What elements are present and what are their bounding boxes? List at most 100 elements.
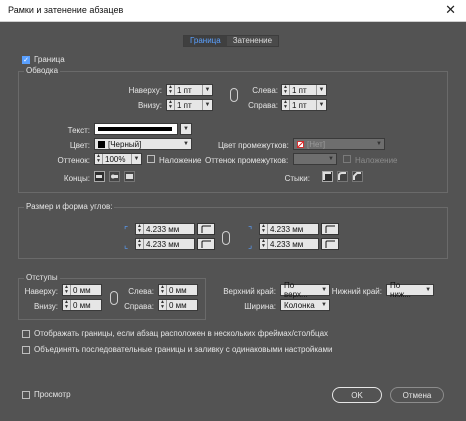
round-cap-icon[interactable]: [109, 171, 120, 182]
stepper-arrows-icon[interactable]: ▲ ▼: [159, 285, 167, 295]
corner-tl-field[interactable]: ▲ ▼ 4.233 мм: [135, 223, 195, 235]
stroke-type-select[interactable]: [94, 123, 178, 135]
offset-left-label: Слева:: [128, 287, 154, 296]
gap-tint-label: Оттенок промежутков:: [205, 156, 289, 165]
miter-join-icon[interactable]: [322, 171, 333, 182]
chevron-down-icon[interactable]: ▼: [180, 123, 192, 135]
stroke-top-field[interactable]: ▲ ▼ 1 пт ▼: [166, 84, 213, 96]
bevel-join-icon[interactable]: [352, 171, 363, 182]
round-join-icon[interactable]: [337, 171, 348, 182]
preview-label: Просмотр: [34, 390, 71, 399]
merge-borders-checkbox[interactable]: [22, 346, 30, 354]
ok-button[interactable]: OK: [332, 387, 382, 403]
corner-shape-select[interactable]: [321, 238, 339, 250]
gap-color-label: Цвет промежутков:: [218, 141, 289, 150]
corner-tl-icon: ⌜: [124, 225, 129, 235]
offset-bottom-label: Внизу:: [33, 302, 58, 311]
corner-tr-icon: ⌝: [248, 225, 253, 235]
stroke-tint-label: Оттенок:: [57, 156, 91, 165]
stroke-right-field[interactable]: ▲ ▼ 1 пт ▼: [281, 99, 327, 111]
chevron-down-icon[interactable]: ▼: [181, 139, 191, 149]
gap-tint-field[interactable]: ▼: [293, 153, 337, 165]
offset-right-field[interactable]: ▲ ▼ 0 мм: [158, 299, 198, 311]
chevron-down-icon[interactable]: ▼: [374, 139, 384, 149]
offset-top-field[interactable]: ▲ ▼ 0 мм: [62, 284, 102, 296]
preview-checkbox[interactable]: [22, 391, 30, 399]
border-checkbox[interactable]: ✓: [22, 56, 30, 64]
chevron-down-icon[interactable]: ▼: [326, 154, 336, 164]
offset-left-field[interactable]: ▲ ▼ 0 мм: [158, 284, 198, 296]
bottom-edge-select[interactable]: По ниж... ▼: [386, 281, 434, 299]
span-frames-label: Отображать границы, если абзац расположе…: [34, 329, 329, 338]
gap-overprint-label: Наложение: [355, 156, 398, 165]
stepper-arrows-icon[interactable]: ▲ ▼: [167, 100, 175, 110]
stepper-arrows-icon[interactable]: ▲ ▼: [63, 300, 71, 310]
merge-borders-label: Объединять последовательные границы и за…: [34, 345, 333, 354]
offsets-group-title: Отступы: [24, 273, 60, 282]
corner-shape-select[interactable]: [197, 238, 215, 250]
stroke-group-title: Обводка: [24, 66, 61, 75]
stroke-bottom-field[interactable]: ▲ ▼ 1 пт ▼: [166, 99, 213, 111]
stepper-arrows-icon[interactable]: ▲ ▼: [159, 300, 167, 310]
gap-overprint-checkbox[interactable]: [343, 155, 351, 163]
stroke-left-field[interactable]: ▲ ▼ 1 пт ▼: [281, 84, 327, 96]
stepper-arrows-icon[interactable]: ▲ ▼: [282, 100, 290, 110]
top-edge-label: Верхний край:: [223, 287, 276, 296]
stroke-color-label: Цвет:: [69, 141, 90, 150]
tab-border[interactable]: Граница: [184, 36, 227, 46]
span-frames-checkbox[interactable]: [22, 330, 30, 338]
offset-bottom-field[interactable]: ▲ ▼ 0 мм: [62, 299, 102, 311]
overprint-checkbox[interactable]: [147, 155, 155, 163]
chevron-down-icon[interactable]: ▼: [202, 85, 212, 95]
projecting-cap-icon[interactable]: [124, 171, 135, 182]
stepper-arrows-icon[interactable]: ▲ ▼: [260, 239, 268, 249]
chevron-down-icon[interactable]: ▼: [423, 285, 433, 295]
stepper-arrows-icon[interactable]: ▲ ▼: [63, 285, 71, 295]
chevron-down-icon[interactable]: ▼: [316, 85, 326, 95]
chevron-down-icon[interactable]: ▼: [131, 154, 141, 164]
stepper-arrows-icon[interactable]: ▲ ▼: [167, 85, 175, 95]
corner-br-field[interactable]: ▲ ▼ 4.233 мм: [259, 238, 319, 250]
gap-color-select[interactable]: [Нет] ▼: [293, 138, 385, 150]
border-checkbox-label: Граница: [34, 55, 65, 64]
color-swatch-icon: [98, 140, 105, 148]
link-chain-icon[interactable]: [222, 231, 230, 245]
chevron-down-icon[interactable]: ▼: [319, 300, 329, 310]
title-bar: Рамки и затенение абзацев ✕: [0, 0, 466, 22]
stroke-left-label: Слева:: [252, 86, 278, 95]
gap-color-value: [Нет]: [307, 139, 326, 149]
stepper-arrows-icon[interactable]: ▲ ▼: [136, 239, 144, 249]
link-chain-icon[interactable]: [110, 291, 118, 305]
tab-shading[interactable]: Затенение: [226, 36, 279, 46]
corner-br-icon: ⌟: [248, 240, 253, 250]
butt-cap-icon[interactable]: [94, 171, 105, 182]
corner-shape-select[interactable]: [321, 223, 339, 235]
top-edge-select[interactable]: По верх... ▼: [280, 281, 330, 299]
window-title: Рамки и затенение абзацев: [8, 5, 124, 15]
no-color-swatch-icon: [297, 140, 304, 148]
corner-bl-field[interactable]: ▲ ▼ 4.233 мм: [135, 238, 195, 250]
stepper-arrows-icon[interactable]: ▲ ▼: [136, 224, 144, 234]
tab-bar: Граница Затенение: [183, 35, 280, 47]
overprint-label: Наложение: [159, 156, 202, 165]
cancel-button[interactable]: Отмена: [390, 387, 444, 403]
joins-label: Стыки:: [284, 174, 310, 183]
width-label: Ширина:: [244, 302, 276, 311]
stroke-color-select[interactable]: [Черный] ▼: [94, 138, 192, 150]
corners-group-title: Размер и форма углов:: [24, 202, 115, 211]
bottom-edge-label: Нижний край:: [331, 287, 382, 296]
chevron-down-icon[interactable]: ▼: [202, 100, 212, 110]
chevron-down-icon[interactable]: ▼: [319, 285, 329, 295]
stepper-arrows-icon[interactable]: ▲ ▼: [260, 224, 268, 234]
stepper-arrows-icon[interactable]: ▲ ▼: [282, 85, 290, 95]
stepper-arrows-icon[interactable]: ▲ ▼: [95, 154, 103, 164]
chevron-down-icon[interactable]: ▼: [316, 100, 326, 110]
stroke-color-value: [Черный]: [108, 139, 142, 149]
corner-tr-field[interactable]: ▲ ▼ 4.233 мм: [259, 223, 319, 235]
corner-bl-icon: ⌞: [124, 240, 129, 250]
stroke-top-label: Наверху:: [128, 86, 162, 95]
width-select[interactable]: Колонка ▼: [280, 299, 330, 311]
corner-shape-select[interactable]: [197, 223, 215, 235]
close-icon[interactable]: ✕: [445, 3, 456, 16]
stroke-tint-field[interactable]: ▲ ▼ 100% ▼: [94, 153, 142, 165]
